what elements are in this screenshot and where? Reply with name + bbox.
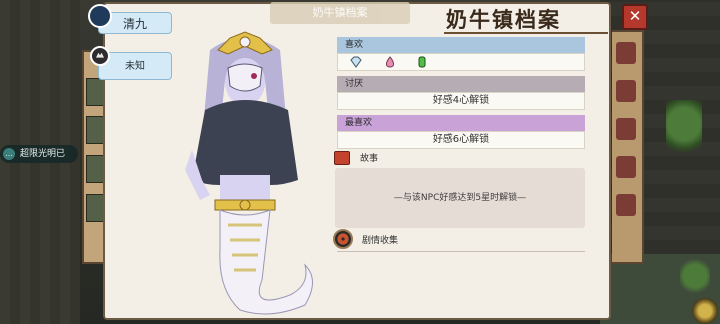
heart-icon — [616, 194, 636, 216]
heart-icon — [616, 118, 636, 140]
chat-bubble[interactable]: … 超限光明已 — [0, 145, 78, 163]
plot-collection-label[interactable]: 剧情收集 — [362, 233, 398, 246]
rainbow-droplet-icon[interactable] — [384, 56, 396, 68]
plant-decoration — [680, 256, 710, 296]
plant-decoration — [666, 100, 702, 160]
heart-panel — [612, 30, 644, 264]
avatar — [88, 4, 112, 28]
green-potion-icon[interactable] — [416, 56, 428, 68]
story-locked-box: —与该NPC好感达到5星时解锁— — [335, 168, 585, 228]
story-label: 故事 — [360, 154, 379, 164]
favorites-locked-text: 好感6心解锁 — [337, 131, 585, 149]
heart-icon — [616, 156, 636, 178]
book-icon — [334, 151, 350, 165]
diamond-gem-icon[interactable] — [350, 56, 362, 68]
heart-icon — [616, 42, 636, 64]
npc-portrait — [185, 31, 313, 315]
likes-gift-row — [337, 53, 585, 71]
heart-icon — [616, 80, 636, 102]
dislikes-header: 讨厌 — [337, 76, 585, 92]
chat-icon: … — [3, 148, 15, 160]
archive-title: 奶牛镇档案 — [446, 8, 561, 32]
wolf-icon — [90, 46, 110, 66]
close-button[interactable]: ✕ — [622, 4, 648, 30]
title-underline — [444, 32, 608, 34]
likes-header: 喜欢 — [337, 37, 585, 53]
section-divider — [337, 251, 585, 252]
favorites-header: 最喜欢 — [337, 115, 585, 131]
compass-icon[interactable] — [692, 298, 718, 324]
film-reel-icon[interactable] — [333, 229, 353, 249]
chat-text: 超限光明已 — [20, 149, 66, 159]
dislikes-locked-text: 好感4心解锁 — [337, 92, 585, 110]
